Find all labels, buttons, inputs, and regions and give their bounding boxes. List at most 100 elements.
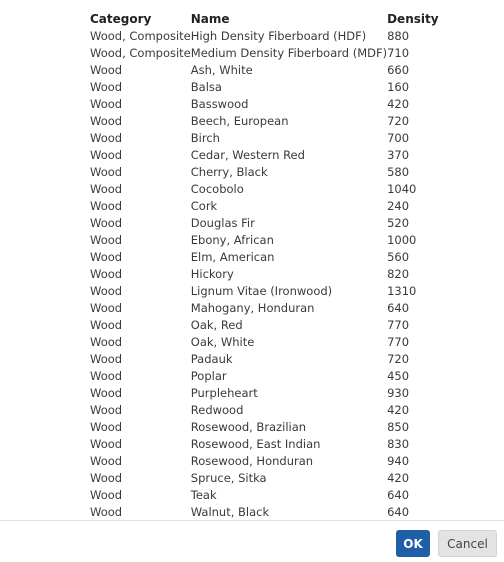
cell-density: 450 <box>387 369 410 383</box>
table-row[interactable]: Wood Oak, White 770 <box>90 334 447 351</box>
cell-category: Wood <box>90 471 123 485</box>
cell-density: 930 <box>387 386 410 400</box>
cell-category: Wood <box>90 352 123 366</box>
cell-category: Wood <box>90 114 123 128</box>
cell-density: 560 <box>387 250 410 264</box>
table-row[interactable]: Wood Basswood 420 <box>90 96 447 113</box>
table-row[interactable]: Wood Beech, European 720 <box>90 113 447 130</box>
cell-category: Wood <box>90 284 123 298</box>
table-row[interactable]: Wood Rosewood, East Indian 830 <box>90 436 447 453</box>
table-row[interactable]: Wood Teak 640 <box>90 487 447 504</box>
table-row[interactable]: Wood Cork 240 <box>90 198 447 215</box>
cell-category: Wood <box>90 148 123 162</box>
table-row[interactable]: Wood Douglas Fir 520 <box>90 215 447 232</box>
column-header-density[interactable]: Density <box>387 11 447 28</box>
cell-name: Ash, White <box>190 63 253 77</box>
cell-name: Ebony, African <box>190 233 274 247</box>
table-row[interactable]: Wood, Composite Medium Density Fiberboard… <box>90 45 447 62</box>
table-row[interactable]: Wood Mahogany, Honduran 640 <box>90 300 447 317</box>
cell-category: Wood <box>90 318 123 332</box>
cell-density: 520 <box>387 216 410 230</box>
cancel-button[interactable]: Cancel <box>438 530 497 557</box>
cell-density: 370 <box>387 148 410 162</box>
cell-name: Elm, American <box>190 250 275 264</box>
cell-name: Rosewood, Honduran <box>190 454 314 468</box>
cell-density: 160 <box>387 80 410 94</box>
table-row[interactable]: Wood Hickory 820 <box>90 266 447 283</box>
table-row[interactable]: Wood, Composite High Density Fiberboard (… <box>90 28 447 45</box>
table-row[interactable]: Wood Balsa 160 <box>90 79 447 96</box>
cell-density: 770 <box>387 335 410 349</box>
cell-category: Wood <box>90 216 123 230</box>
cell-density: 660 <box>387 63 410 77</box>
cell-category: Wood, Composite <box>90 46 191 60</box>
cell-density: 1000 <box>387 233 417 247</box>
table-row[interactable]: Wood Poplar 450 <box>90 368 447 385</box>
table-row[interactable]: Wood Ash, White 660 <box>90 62 447 79</box>
cell-density: 420 <box>387 403 410 417</box>
table-row[interactable]: Wood Cocobolo 1040 <box>90 181 447 198</box>
table-row[interactable]: Wood Rosewood, Brazilian 850 <box>90 419 447 436</box>
cell-name: Cocobolo <box>190 182 244 196</box>
cell-density: 720 <box>387 114 410 128</box>
cell-category: Wood <box>90 301 123 315</box>
table-row[interactable]: Wood Walnut, Black 640 <box>90 504 447 521</box>
cell-category: Wood <box>90 454 123 468</box>
materials-table-container: Category Name Density Wood, Composite Hig… <box>90 11 447 521</box>
cell-name: Spruce, Sitka <box>190 471 267 485</box>
cell-category: Wood <box>90 233 123 247</box>
table-row[interactable]: Wood Ebony, African 1000 <box>90 232 447 249</box>
cell-category: Wood <box>90 199 123 213</box>
table-header-row: Category Name Density <box>90 11 447 28</box>
table-row[interactable]: Wood Rosewood, Honduran 940 <box>90 453 447 470</box>
cell-density: 820 <box>387 267 410 281</box>
cell-name: Purpleheart <box>190 386 258 400</box>
cell-density: 830 <box>387 437 410 451</box>
table-row[interactable]: Wood Birch 700 <box>90 130 447 147</box>
cell-name: Walnut, Black <box>190 505 270 519</box>
cell-name: Padauk <box>190 352 233 366</box>
cell-name: Teak <box>190 488 217 502</box>
table-row[interactable]: Wood Redwood 420 <box>90 402 447 419</box>
cell-name: Oak, White <box>190 335 255 349</box>
cell-category: Wood <box>90 97 123 111</box>
cell-name: Mahogany, Honduran <box>190 301 315 315</box>
cell-category: Wood, Composite <box>90 29 191 43</box>
table-row[interactable]: Wood Oak, Red 770 <box>90 317 447 334</box>
table-row[interactable]: Wood Purpleheart 930 <box>90 385 447 402</box>
cell-name: Basswood <box>190 97 249 111</box>
table-row[interactable]: Wood Cherry, Black 580 <box>90 164 447 181</box>
cell-density: 720 <box>387 352 410 366</box>
cell-name: Medium Density Fiberboard (MDF) <box>190 46 388 60</box>
cell-density: 1310 <box>387 284 417 298</box>
cell-category: Wood <box>90 131 123 145</box>
cell-category: Wood <box>90 488 123 502</box>
cell-name: Birch <box>190 131 220 145</box>
cell-name: Beech, European <box>190 114 289 128</box>
table-row[interactable]: Wood Elm, American 560 <box>90 249 447 266</box>
cell-category: Wood <box>90 267 123 281</box>
cell-density: 940 <box>387 454 410 468</box>
table-row[interactable]: Wood Lignum Vitae (Ironwood) 1310 <box>90 283 447 300</box>
cell-category: Wood <box>90 165 123 179</box>
cell-density: 640 <box>387 505 410 519</box>
cell-category: Wood <box>90 403 123 417</box>
column-header-category[interactable]: Category <box>90 11 191 28</box>
table-body: Wood, Composite High Density Fiberboard (… <box>90 28 447 521</box>
table-row[interactable]: Wood Spruce, Sitka 420 <box>90 470 447 487</box>
cell-name: Cedar, Western Red <box>190 148 305 162</box>
cell-density: 640 <box>387 488 410 502</box>
cell-category: Wood <box>90 63 123 77</box>
table-row[interactable]: Wood Cedar, Western Red 370 <box>90 147 447 164</box>
cell-category: Wood <box>90 250 123 264</box>
cell-category: Wood <box>90 386 123 400</box>
materials-table: Category Name Density Wood, Composite Hig… <box>90 11 447 521</box>
column-header-name[interactable]: Name <box>191 11 387 28</box>
cell-name: Cork <box>190 199 218 213</box>
cell-name: High Density Fiberboard (HDF) <box>190 29 367 43</box>
table-row[interactable]: Wood Padauk 720 <box>90 351 447 368</box>
cell-density: 640 <box>387 301 410 315</box>
ok-button[interactable]: OK <box>396 530 430 557</box>
cell-name: Redwood <box>190 403 244 417</box>
cell-density: 420 <box>387 97 410 111</box>
